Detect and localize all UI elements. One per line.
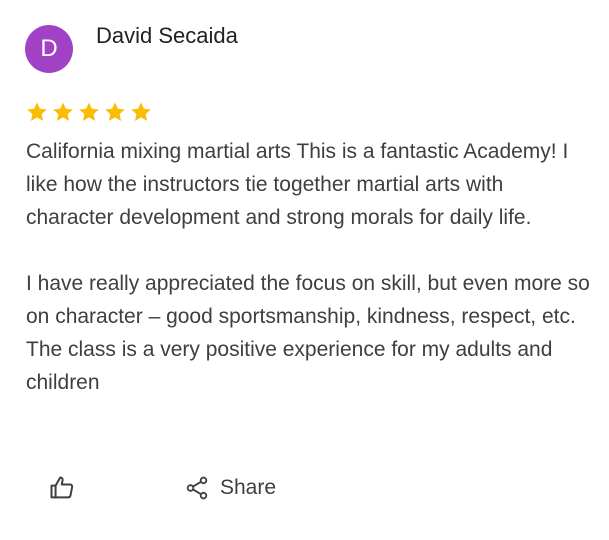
star-icon bbox=[25, 100, 49, 124]
avatar-initial: D bbox=[40, 35, 58, 62]
thumb-up-icon bbox=[48, 474, 76, 502]
review-actions: Share bbox=[46, 472, 276, 504]
like-button[interactable] bbox=[46, 472, 78, 504]
review-paragraph: I have really appreciated the focus on s… bbox=[26, 272, 590, 394]
share-icon bbox=[184, 475, 210, 501]
author-name[interactable]: David Secaida bbox=[96, 22, 238, 50]
review-paragraph: California mixing martial arts This is a… bbox=[26, 140, 569, 229]
review-text: California mixing martial arts This is a… bbox=[26, 135, 596, 399]
share-button[interactable]: Share bbox=[184, 475, 276, 501]
share-label: Share bbox=[220, 476, 277, 499]
star-icon bbox=[103, 100, 127, 124]
star-icon bbox=[51, 100, 75, 124]
star-rating bbox=[25, 100, 153, 124]
star-icon bbox=[129, 100, 153, 124]
star-icon bbox=[77, 100, 101, 124]
avatar[interactable]: D bbox=[25, 25, 73, 73]
